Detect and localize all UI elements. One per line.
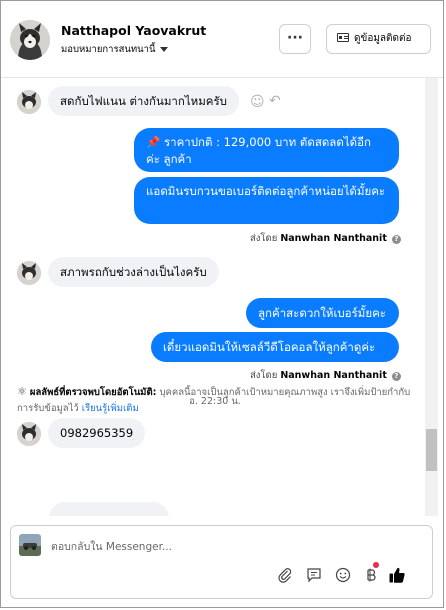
info-icon[interactable]: ? — [391, 372, 401, 381]
incoming-message-partial — [49, 502, 169, 516]
view-contact-label: ดูข้อมูลติดต่อ — [354, 33, 412, 44]
like-icon[interactable] — [386, 564, 408, 586]
sent-by-prefix: ส่งโดย — [250, 370, 278, 381]
contact-name[interactable]: Natthapol Yaovakrut — [61, 23, 206, 38]
emoji-icon[interactable] — [332, 564, 354, 586]
message-list[interactable]: สดกับไฟแนน ต่างกันมากไหมครับ ☺ ↶ 📌 ราคาป… — [1, 78, 443, 516]
learn-more-link[interactable]: เรียนรู้เพิ่มเติม — [82, 403, 139, 414]
reply-composer[interactable]: ตอบกลับใน Messenger... — [10, 525, 433, 599]
outgoing-message[interactable]: 📌 ราคาปกติ : 129,000 บาท ตัดสดลดได้อีก ค… — [134, 128, 399, 172]
assign-label: มอบหมายการสนทนานี้ — [61, 44, 156, 55]
auto-detect-notice: ⚛ ผลลัพธ์ที่ตรวจพบโดยอัตโนมัติ: บุคคลนี้อ… — [17, 384, 412, 417]
notification-dot — [373, 562, 379, 568]
outgoing-message[interactable]: เดี๋ยวแอดมินให้เซลล์วีดีโอคอลให้ลูกค้าดู… — [151, 332, 399, 362]
chevron-down-icon — [159, 47, 168, 52]
sent-by-label: ส่งโดย Nanwhan Nanthanit ? — [250, 231, 401, 246]
info-icon[interactable]: ? — [391, 235, 401, 244]
scrollbar-thumb[interactable] — [426, 429, 437, 471]
incoming-message[interactable]: 0982965359 — [48, 418, 146, 448]
sent-by-label: ส่งโดย Nanwhan Nanthanit ? — [250, 368, 401, 383]
notice-title: ผลลัพธ์ที่ตรวจพบโดยอัตโนมัติ: — [29, 387, 157, 398]
conversation-header: Natthapol Yaovakrut มอบหมายการสนทนานี้ ·… — [1, 1, 443, 78]
sender-avatar — [17, 422, 41, 446]
assign-conversation-dropdown[interactable]: มอบหมายการสนทนานี้ — [61, 42, 168, 57]
page-avatar — [19, 534, 41, 556]
sent-by-prefix: ส่งโดย — [250, 233, 278, 244]
view-contact-button[interactable]: ดูข้อมูลติดต่อ — [326, 24, 431, 54]
saved-reply-icon[interactable] — [303, 564, 325, 586]
reaction-icon[interactable]: ☺ — [250, 94, 265, 110]
automation-icon: ⚛ — [17, 385, 27, 398]
outgoing-message[interactable]: แอดมินรบกวนขอเบอร์ติดต่อลูกค้าหน่อยได้มั… — [134, 177, 399, 224]
more-options-button[interactable]: ··· — [279, 24, 311, 54]
incoming-message[interactable]: สดกับไฟแนน ต่างกันมากไหมครับ — [48, 86, 239, 116]
incoming-message[interactable]: สภาพรถกับช่วงล่างเป็นไงครับ — [48, 257, 219, 287]
contact-avatar[interactable] — [10, 20, 50, 60]
reply-input[interactable]: ตอบกลับใน Messenger... — [51, 538, 172, 555]
payment-icon[interactable] — [360, 564, 382, 586]
sent-by-name[interactable]: Nanwhan Nanthanit — [280, 370, 387, 381]
outgoing-message[interactable]: ลูกค้าสะดวกให้เบอร์มั้ยคะ — [246, 298, 399, 328]
sender-avatar — [17, 90, 41, 114]
reply-icon[interactable]: ↶ — [269, 93, 281, 109]
composer-toolbar — [274, 562, 424, 588]
sent-by-name[interactable]: Nanwhan Nanthanit — [280, 233, 387, 244]
contact-card-icon — [337, 33, 349, 42]
conversation-panel: Natthapol Yaovakrut มอบหมายการสนทนานี้ ·… — [0, 0, 444, 608]
attach-icon[interactable] — [274, 564, 296, 586]
sender-avatar — [17, 261, 41, 285]
